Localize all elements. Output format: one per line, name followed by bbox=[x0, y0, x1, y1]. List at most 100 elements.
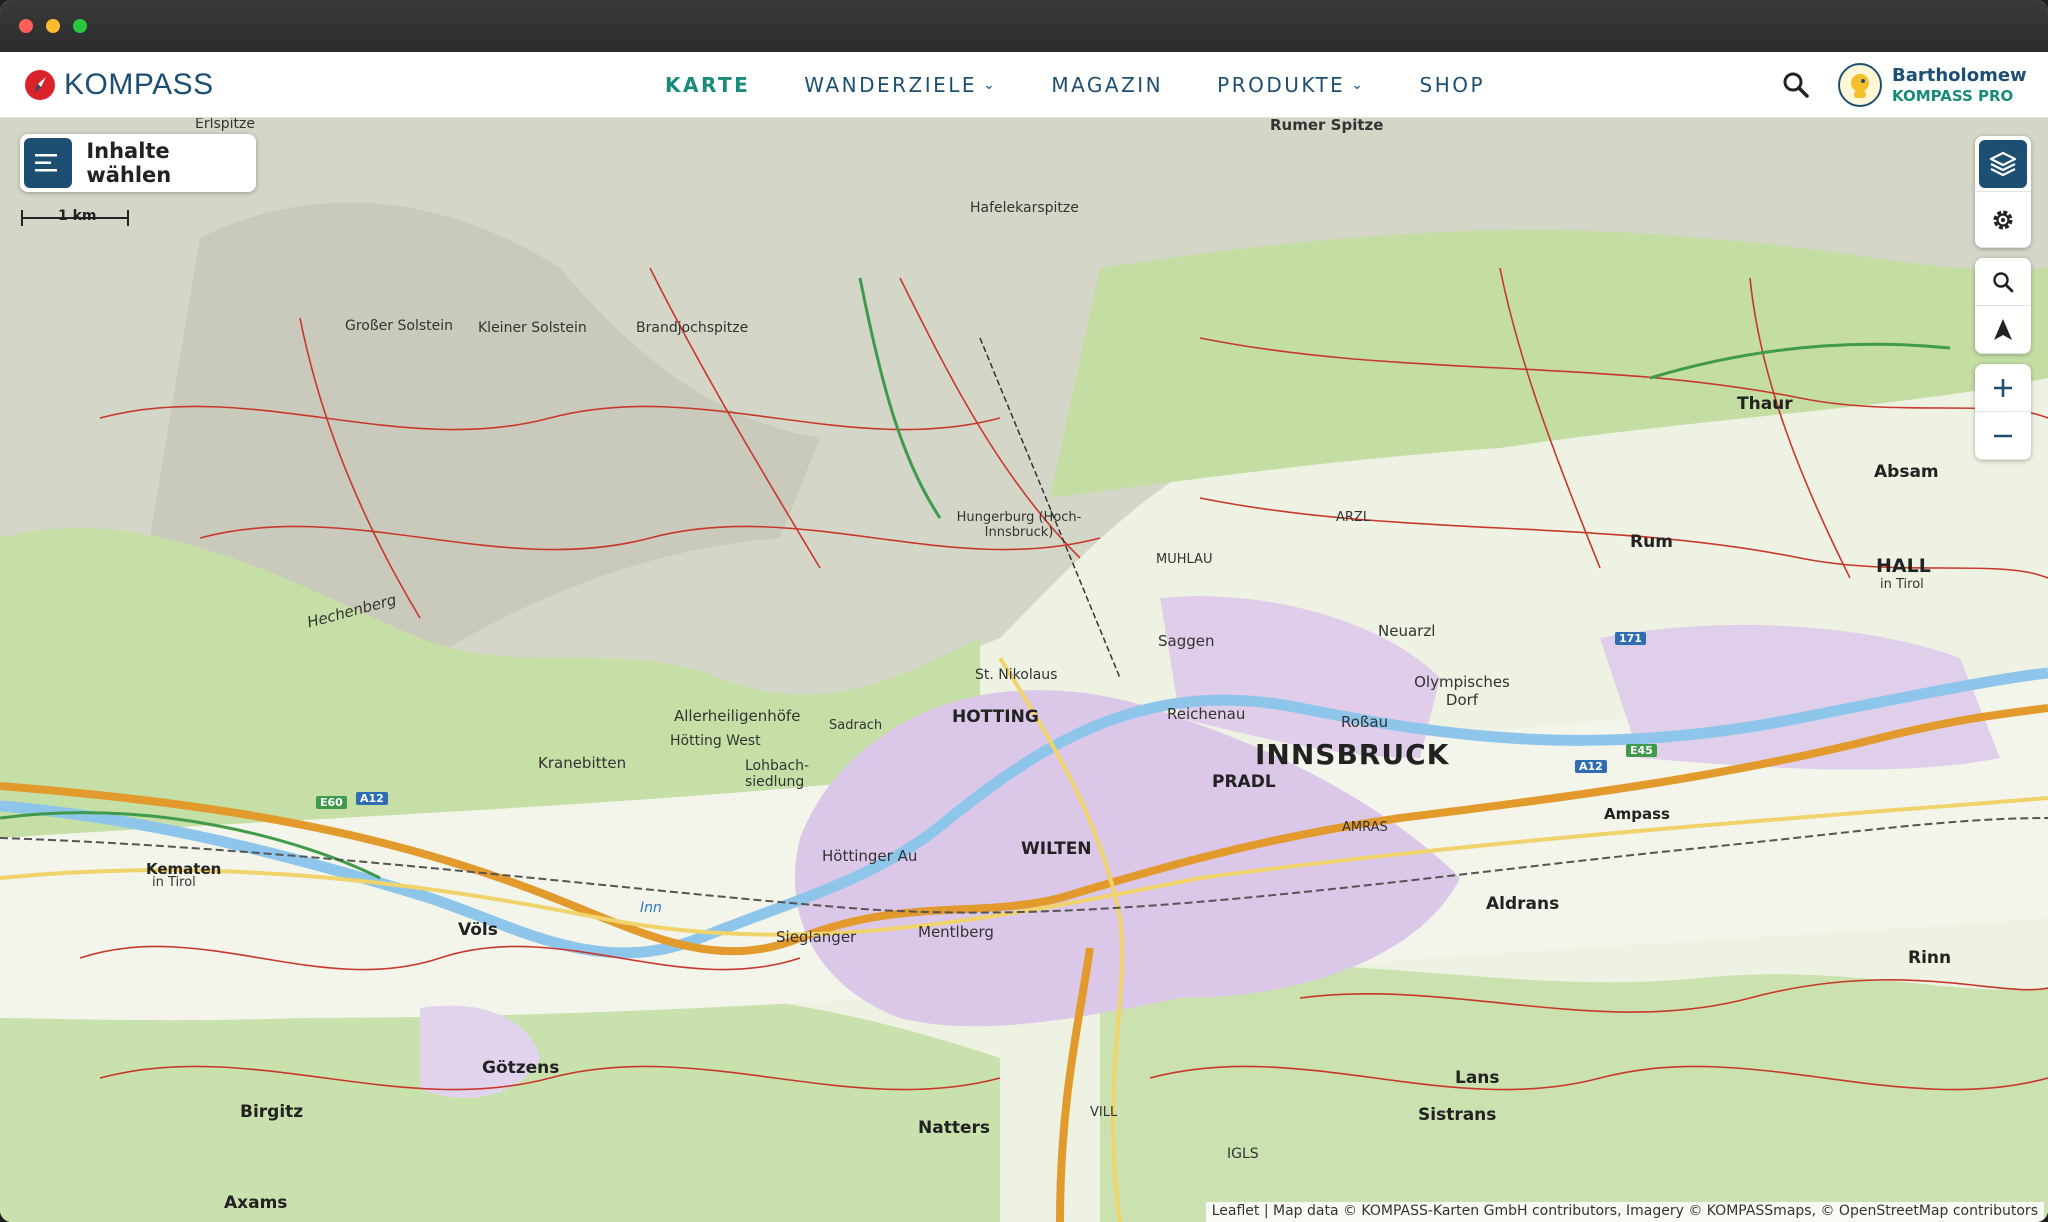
kompass-logo[interactable]: KOMPASS bbox=[24, 68, 214, 102]
place-thaur: Thaur bbox=[1737, 394, 1793, 414]
locate-button[interactable] bbox=[1975, 306, 2031, 354]
nav-shop-label: SHOP bbox=[1419, 73, 1486, 97]
place-hall-sub: in Tirol bbox=[1880, 577, 1924, 592]
nav-wanderziele[interactable]: WANDERZIELE ⌄ bbox=[804, 73, 997, 97]
place-sistrans: Sistrans bbox=[1418, 1105, 1497, 1125]
nav-karte-label: KARTE bbox=[665, 73, 751, 97]
chevron-down-icon: ⌄ bbox=[983, 77, 998, 93]
layer-tools bbox=[1975, 136, 2031, 248]
nav-produkte[interactable]: PRODUKTE ⌄ bbox=[1217, 73, 1365, 97]
place-st-nikolaus: St. Nikolaus bbox=[975, 667, 1058, 683]
maximize-window-button[interactable] bbox=[73, 19, 87, 33]
navigation-arrow-icon bbox=[1994, 318, 2012, 340]
peak-grosser-solstein: Großer Solstein bbox=[345, 318, 454, 334]
place-vols: Völs bbox=[458, 920, 498, 940]
peak-kleiner-solstein: Kleiner Solstein bbox=[478, 320, 587, 336]
road-shield-e45: E45 bbox=[1626, 744, 1657, 757]
place-amras: AMRAS bbox=[1342, 820, 1388, 835]
minimize-window-button[interactable] bbox=[46, 19, 60, 33]
place-arzl: ARZL bbox=[1336, 510, 1371, 525]
select-content-label: Inhalte wählen bbox=[86, 139, 172, 187]
place-allerheiligenhofe: Allerheiligenhöfe bbox=[674, 707, 801, 725]
place-olympisches-dorf: Olympisches Dorf bbox=[1414, 673, 1510, 709]
peak-rumer-spitze: Rumer Spitze bbox=[1270, 118, 1384, 134]
road-shield-a12: A12 bbox=[356, 792, 388, 805]
road-shield-a12: A12 bbox=[1575, 760, 1607, 773]
place-natters: Natters bbox=[918, 1118, 990, 1138]
brand-name: KOMPASS bbox=[64, 68, 214, 101]
menu-icon bbox=[24, 138, 73, 188]
nav-produkte-label: PRODUKTE bbox=[1217, 73, 1346, 97]
place-vill: VILL bbox=[1090, 1105, 1118, 1120]
user-info: Bartholomew KOMPASS PRO bbox=[1892, 65, 2027, 105]
nav-karte[interactable]: KARTE bbox=[665, 73, 750, 97]
browser-window: KOMPASS KARTE WANDERZIELE ⌄ MAGAZIN PRODU… bbox=[0, 0, 2048, 1222]
user-avatar-icon bbox=[1851, 74, 1869, 98]
map-attribution: Leaflet | Map data © KOMPASS-Karten GmbH… bbox=[1205, 1202, 2044, 1222]
place-rum: Rum bbox=[1630, 532, 1673, 552]
title-bar bbox=[0, 0, 2048, 52]
zoom-out-button[interactable] bbox=[1975, 412, 2031, 460]
scale-label: 1 km bbox=[58, 208, 97, 224]
gear-icon bbox=[1993, 210, 2013, 229]
zoom-in-button[interactable] bbox=[1975, 364, 2031, 412]
peak-brandjochspitze: Brandjochspitze bbox=[636, 320, 749, 336]
place-wilten: WILTEN bbox=[1021, 839, 1092, 859]
user-profile[interactable]: Bartholomew KOMPASS PRO bbox=[1838, 62, 2027, 108]
place-hotting: HOTTING bbox=[952, 707, 1039, 727]
place-mentlberg: Mentlberg bbox=[918, 923, 994, 941]
place-ampass: Ampass bbox=[1604, 805, 1670, 823]
place-aldrans: Aldrans bbox=[1486, 894, 1560, 914]
user-tier: KOMPASS PRO bbox=[1892, 87, 2014, 105]
place-absam: Absam bbox=[1874, 462, 1939, 482]
place-lans: Lans bbox=[1455, 1068, 1500, 1088]
search-icon bbox=[1993, 271, 2014, 292]
place-axams: Axams bbox=[224, 1193, 288, 1213]
place-neuarzl: Neuarzl bbox=[1378, 622, 1436, 640]
nav-shop[interactable]: SHOP bbox=[1420, 73, 1486, 97]
place-reichenau: Reichenau bbox=[1167, 705, 1246, 723]
place-igls: IGLS bbox=[1227, 1146, 1259, 1162]
place-kematen-sub: in Tirol bbox=[152, 875, 196, 890]
place-hottinger-au: Höttinger Au bbox=[822, 847, 918, 865]
place-lohbach: Lohbach-siedlung bbox=[745, 758, 810, 790]
place-rossau: Roßau bbox=[1341, 713, 1389, 731]
place-sieglanger: Sieglanger bbox=[776, 928, 857, 946]
layers-button[interactable] bbox=[1975, 136, 2031, 192]
place-sadrach: Sadrach bbox=[829, 718, 883, 733]
place-gotzens: Götzens bbox=[482, 1058, 560, 1078]
place-muhlau: MUHLAU bbox=[1156, 552, 1213, 567]
place-pradl: PRADL bbox=[1212, 772, 1276, 792]
place-kranebitten: Kranebitten bbox=[538, 754, 627, 772]
road-shield-171: 171 bbox=[1615, 632, 1646, 645]
nav-magazin[interactable]: MAGAZIN bbox=[1051, 73, 1163, 97]
select-content-button[interactable]: Inhalte wählen bbox=[20, 134, 256, 192]
peak-erlspitze: Erlspitze bbox=[195, 118, 256, 132]
avatar bbox=[1838, 63, 1882, 107]
search-icon[interactable] bbox=[1780, 69, 1812, 101]
layers-icon bbox=[1979, 139, 2027, 188]
user-name: Bartholomew bbox=[1892, 65, 2027, 86]
nav-tools bbox=[1975, 258, 2031, 354]
nav-wanderziele-label: WANDERZIELE bbox=[804, 73, 978, 97]
place-saggen: Saggen bbox=[1158, 632, 1215, 650]
main-menu: KARTE WANDERZIELE ⌄ MAGAZIN PRODUKTE ⌄ SHO… bbox=[665, 52, 1485, 118]
road-shield-e60: E60 bbox=[316, 796, 347, 809]
settings-button[interactable] bbox=[1975, 192, 2031, 248]
map-canvas[interactable]: INNSBRUCK HALL in Tirol HOTTING PRADL WI… bbox=[0, 118, 2048, 1222]
place-rinn: Rinn bbox=[1908, 948, 1952, 968]
river-label: Inn bbox=[640, 900, 662, 916]
zoom-tools bbox=[1975, 364, 2031, 460]
place-hungerburg: Hungerburg (Hoch-Innsbruck) bbox=[956, 510, 1082, 540]
chevron-down-icon: ⌄ bbox=[1351, 77, 1366, 93]
peak-hafelekar: Hafelekarspitze bbox=[970, 200, 1079, 216]
place-birgitz: Birgitz bbox=[240, 1102, 304, 1122]
place-hall: HALL bbox=[1876, 555, 1931, 577]
compass-logo-icon bbox=[25, 70, 55, 100]
top-navbar: KOMPASS KARTE WANDERZIELE ⌄ MAGAZIN PRODU… bbox=[0, 52, 2048, 118]
map-search-button[interactable] bbox=[1975, 258, 2031, 306]
map-toolbar bbox=[1975, 136, 2031, 470]
nav-magazin-label: MAGAZIN bbox=[1051, 73, 1164, 97]
close-window-button[interactable] bbox=[19, 19, 33, 33]
plus-icon bbox=[1994, 378, 2012, 397]
